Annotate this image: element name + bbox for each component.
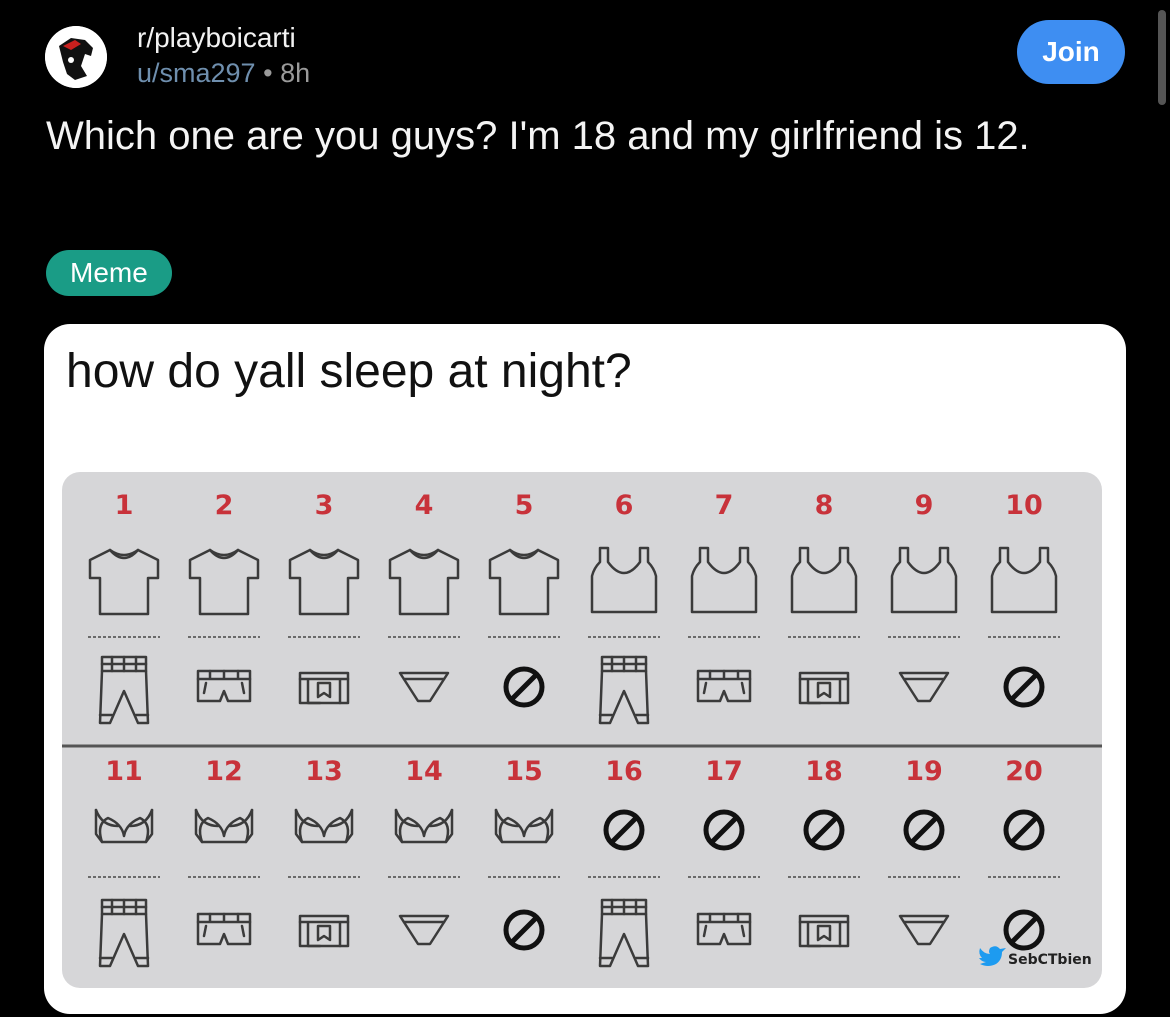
tanktop-icon (890, 546, 958, 614)
post-flair[interactable]: Meme (46, 250, 172, 296)
bra-icon (394, 808, 454, 844)
boxers-icon (298, 914, 350, 948)
pants-icon (98, 655, 150, 725)
post-meta: u/sma297 • 8h (137, 58, 310, 89)
post-title[interactable]: Which one are you guys? I'm 18 and my gi… (46, 110, 1046, 162)
option-number: 20 (1005, 756, 1043, 787)
option-number: 16 (605, 756, 643, 787)
subreddit-name[interactable]: r/playboicarti (137, 22, 296, 54)
tanktop-icon (990, 546, 1058, 614)
post-image[interactable]: how do yall sleep at night? 1 2 3 4 5 6 7 8 9 10 1… (44, 324, 1126, 1014)
none-icon (503, 666, 545, 708)
none-icon (503, 909, 545, 951)
briefs-icon (398, 914, 450, 946)
boxers-icon (298, 671, 350, 705)
option-number: 9 (915, 490, 934, 521)
tanktop-icon (790, 546, 858, 614)
twitter-bird-icon (979, 946, 1006, 966)
sleepwear-grid: 1 2 3 4 5 6 7 8 9 10 11 12 13 14 15 16 17 18 19 20 SebCTbien (62, 472, 1102, 988)
none-icon (603, 809, 645, 851)
pants-icon (598, 655, 650, 725)
sleepwear-grid-svg: 1 2 3 4 5 6 7 8 9 1011 12 13 14 15 16 17 18 19 20SebCTbien (62, 490, 1102, 968)
none-icon (1003, 666, 1045, 708)
none-icon (1003, 909, 1045, 951)
bra-icon (494, 808, 554, 844)
option-number: 18 (805, 756, 843, 787)
boxers-icon (798, 671, 850, 705)
option-number: 15 (505, 756, 543, 787)
briefs-icon (398, 671, 450, 703)
tshirt-icon (188, 548, 260, 616)
join-button[interactable]: Join (1017, 20, 1125, 84)
briefs-icon (898, 914, 950, 946)
pants-icon (598, 898, 650, 968)
tanktop-icon (690, 546, 758, 614)
option-number: 11 (105, 756, 143, 787)
tanktop-icon (590, 546, 658, 614)
option-number: 17 (705, 756, 743, 787)
subreddit-avatar[interactable] (45, 26, 107, 88)
post-age: 8h (280, 58, 311, 88)
none-icon (1003, 809, 1045, 851)
shorts-icon (196, 669, 252, 703)
image-caption: how do yall sleep at night? (66, 345, 632, 398)
option-number: 4 (415, 490, 434, 521)
option-number: 2 (215, 490, 234, 521)
option-number: 12 (205, 756, 243, 787)
shorts-icon (696, 669, 752, 703)
option-number: 1 (115, 490, 134, 521)
option-number: 3 (315, 490, 334, 521)
bra-icon (94, 808, 154, 844)
shorts-icon (696, 912, 752, 946)
option-number: 6 (615, 490, 634, 521)
option-number: 8 (815, 490, 834, 521)
boxers-icon (798, 914, 850, 948)
scrollbar[interactable] (1158, 10, 1166, 105)
shorts-icon (196, 912, 252, 946)
option-number: 19 (905, 756, 943, 787)
post-header: r/playboicarti u/sma297 • 8h Join (45, 12, 1135, 92)
briefs-icon (898, 671, 950, 703)
none-icon (703, 809, 745, 851)
none-icon (803, 809, 845, 851)
author-username[interactable]: u/sma297 (137, 58, 256, 88)
credit-handle: SebCTbien (1008, 952, 1092, 968)
tshirt-icon (388, 548, 460, 616)
option-number: 14 (405, 756, 443, 787)
bra-icon (194, 808, 254, 844)
option-number: 13 (305, 756, 343, 787)
meta-separator: • (263, 58, 273, 88)
option-number: 5 (515, 490, 534, 521)
tshirt-icon (488, 548, 560, 616)
none-icon (903, 809, 945, 851)
bra-icon (294, 808, 354, 844)
tshirt-icon (288, 548, 360, 616)
option-number: 7 (715, 490, 734, 521)
option-number: 10 (1005, 490, 1043, 521)
pants-icon (98, 898, 150, 968)
tshirt-icon (88, 548, 160, 616)
